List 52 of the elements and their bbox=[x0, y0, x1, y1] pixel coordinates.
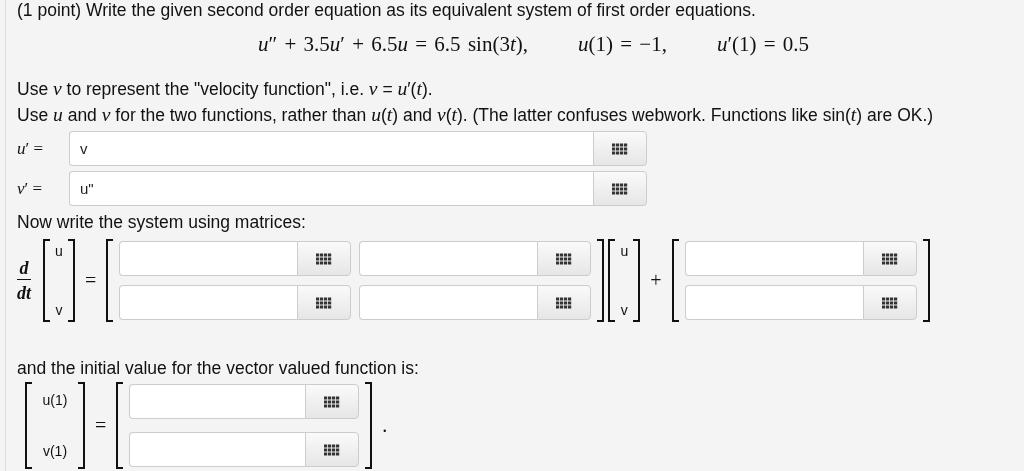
equation-editor-button[interactable] bbox=[593, 131, 647, 166]
fraction-denominator: dt bbox=[17, 279, 31, 304]
answer-field[interactable] bbox=[359, 241, 538, 276]
answer-field[interactable]: u" bbox=[69, 171, 593, 206]
grid-icon bbox=[556, 296, 573, 309]
grid-icon bbox=[881, 296, 898, 309]
answer-field[interactable] bbox=[359, 285, 538, 320]
answer-field[interactable] bbox=[119, 285, 298, 320]
answer-field[interactable] bbox=[129, 384, 306, 419]
grid-icon bbox=[316, 252, 333, 265]
answer-field[interactable] bbox=[129, 432, 306, 467]
fraction-numerator: d bbox=[19, 257, 29, 279]
equation: u′(1) = 0.5 bbox=[716, 32, 810, 57]
vector-entry: u(1) bbox=[42, 392, 68, 408]
vector-entry: v bbox=[55, 302, 63, 318]
plus-sign: + bbox=[649, 269, 663, 292]
grid-icon bbox=[612, 182, 628, 195]
vector-entry: u bbox=[55, 243, 63, 259]
answer-field[interactable] bbox=[684, 241, 863, 276]
equation-editor-button[interactable] bbox=[297, 241, 352, 276]
instruction-text: and the initial value for the vector valued function is: bbox=[17, 358, 420, 378]
grid-icon bbox=[324, 395, 341, 408]
equation-label: v′ = bbox=[17, 178, 44, 199]
equation-label: u′ = bbox=[17, 138, 45, 159]
period: . bbox=[381, 414, 389, 437]
equation-editor-button[interactable] bbox=[537, 241, 592, 276]
vector-entry: v bbox=[620, 302, 628, 318]
equation-editor-button[interactable] bbox=[297, 285, 352, 320]
equation-editor-button[interactable] bbox=[862, 285, 917, 320]
instruction-text: Now write the system using matrices: bbox=[17, 212, 307, 232]
answer-field[interactable] bbox=[684, 285, 863, 320]
equation: u″ + 3.5u′ + 6.5u = 6.5 sin(3t), bbox=[258, 32, 528, 57]
equation-editor-button[interactable] bbox=[862, 241, 917, 276]
equals-sign: = bbox=[94, 414, 108, 437]
answer-field[interactable]: v bbox=[69, 131, 593, 166]
grid-icon bbox=[324, 443, 341, 456]
instruction-text: Use u and v for the two functions, rather than u(t) and v(t). (The latter confuses webwork. Functions like sin(t) are OK.) bbox=[17, 105, 935, 125]
problem-statement: (1 point) Write the given second order equation as its equivalent system of first order equations. bbox=[17, 0, 757, 20]
equation-editor-button[interactable] bbox=[305, 432, 360, 467]
instruction-text: Use v to represent the "velocity function", i.e. v = u′(t). bbox=[17, 79, 434, 99]
equation: u(1) = −1, bbox=[578, 32, 667, 57]
equation-editor-button[interactable] bbox=[305, 384, 360, 419]
equation-editor-button[interactable] bbox=[593, 171, 647, 206]
grid-icon bbox=[612, 142, 628, 155]
equation-editor-button[interactable] bbox=[537, 285, 592, 320]
grid-icon bbox=[316, 296, 333, 309]
vector-entry: u bbox=[620, 243, 629, 259]
grid-icon bbox=[556, 252, 573, 265]
answer-field[interactable] bbox=[119, 241, 298, 276]
vector-entry: v(1) bbox=[42, 443, 68, 459]
equals-sign: = bbox=[84, 269, 98, 292]
grid-icon bbox=[881, 252, 898, 265]
